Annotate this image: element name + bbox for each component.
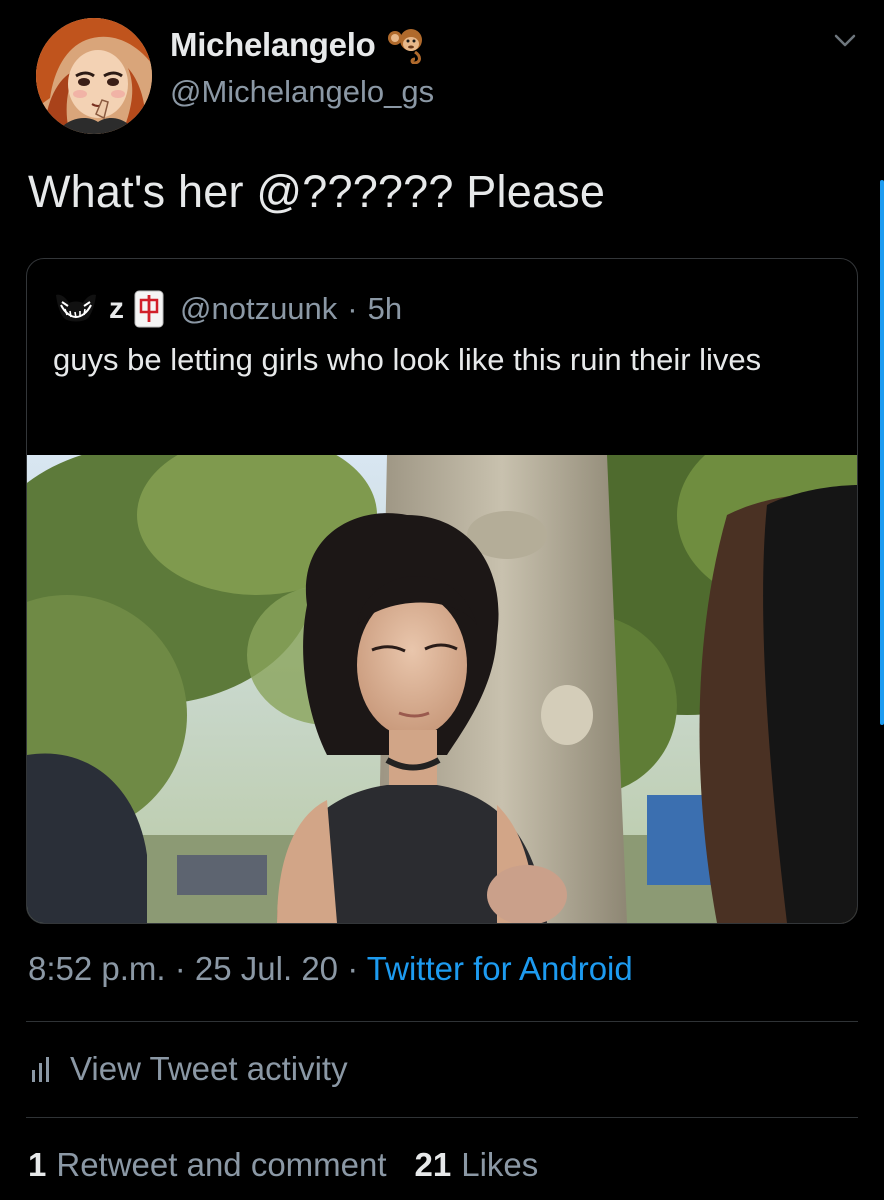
view-tweet-activity-label: View Tweet activity — [70, 1050, 348, 1087]
retweets-stat[interactable]: 1 Retweet and comment — [28, 1146, 387, 1184]
quoted-tweet-photo[interactable] — [27, 455, 857, 923]
quoted-tweet-header: z @notzuunk · 5h — [53, 289, 402, 329]
chevron-down-icon[interactable] — [832, 28, 858, 54]
monkey-icon — [388, 29, 423, 64]
quoted-username[interactable]: @notzuunk — [180, 291, 337, 327]
tweet-date: 25 Jul. 20 — [194, 950, 339, 987]
view-tweet-activity-button[interactable]: View Tweet activity — [28, 1050, 348, 1088]
ghost-icon — [56, 294, 96, 322]
likes-stat[interactable]: 21 Likes — [415, 1146, 539, 1184]
user-block: Michelangelo @Michelangelo_gs — [170, 26, 434, 110]
username[interactable]: @Michelangelo_gs — [170, 74, 434, 110]
meta-separator: · — [347, 950, 359, 987]
likes-label: Likes — [461, 1146, 539, 1183]
quoted-timestamp[interactable]: 5h — [368, 291, 402, 327]
photo-image — [27, 455, 857, 923]
quoted-tweet-text: guys be letting girls who look like this… — [53, 342, 762, 377]
quoted-tweet[interactable]: z @notzuunk · 5h guys be letting girls w… — [26, 258, 858, 924]
bar-chart-icon — [32, 1057, 49, 1082]
tweet-time: 8:52 p.m. — [28, 950, 166, 987]
retweets-count: 1 — [28, 1146, 47, 1183]
quoted-display-name[interactable]: z — [109, 292, 124, 326]
meta-separator: · — [174, 950, 186, 987]
tweet-source-link[interactable]: Twitter for Android — [367, 950, 633, 987]
likes-count: 21 — [414, 1146, 452, 1183]
divider — [26, 1117, 858, 1118]
display-name[interactable]: Michelangelo — [170, 26, 376, 64]
tweet-text: What's her @?????? Please — [28, 166, 606, 217]
tweet-header: Michelangelo @Michelangelo_gs — [26, 16, 858, 134]
scroll-indicator[interactable] — [880, 180, 884, 725]
quoted-separator: · — [347, 291, 358, 326]
divider — [26, 1021, 858, 1022]
tweet-stats: 1 Retweet and comment 21 Likes — [28, 1146, 538, 1184]
avatar-image — [36, 18, 152, 134]
mahjong-tile-icon — [134, 290, 164, 328]
display-name-row: Michelangelo — [170, 26, 434, 64]
tweet-meta: 8:52 p.m. · 25 Jul. 20 · Twitter for And… — [28, 950, 633, 988]
avatar[interactable] — [36, 18, 152, 134]
retweets-label: Retweet and comment — [56, 1146, 387, 1183]
